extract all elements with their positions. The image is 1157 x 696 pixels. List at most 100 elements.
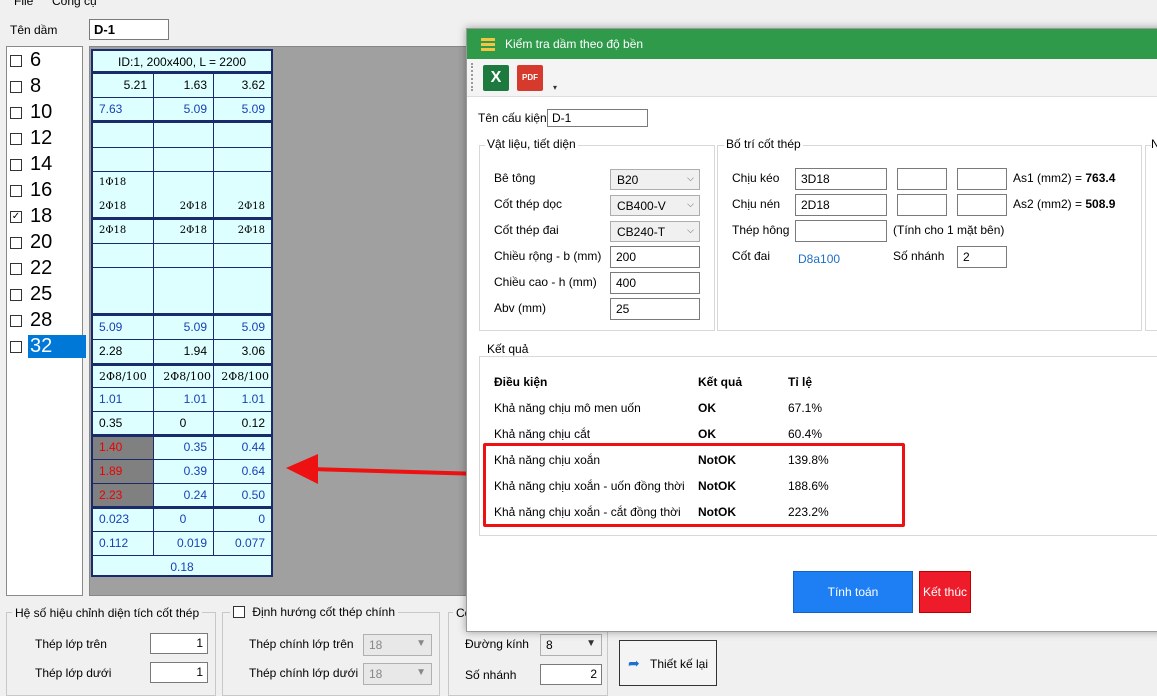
checkbox-icon[interactable] [10,315,22,327]
grid-line [93,243,271,244]
cell: 1.40 [99,440,123,454]
diameter-label: 8 [30,75,42,97]
results-header-ratio: Tỉ lệ [788,375,813,389]
menu-file[interactable]: File [14,0,33,8]
width-input[interactable]: 200 [610,246,700,268]
bottom-layer-input[interactable]: 1 [150,662,208,683]
stirrup-steel-value: CB240-T [617,225,666,239]
height-label: Chiều cao - h (mm) [494,275,597,289]
result-status: OK [698,427,716,441]
diameter-item[interactable]: 16 [8,179,83,203]
diameter-label: 12 [30,127,53,149]
checkbox-icon[interactable] [10,81,22,93]
long-steel-select[interactable]: CB400-V ⌵ [610,195,700,216]
diameter-item[interactable]: 8 [8,75,83,99]
excel-export-icon[interactable]: X [483,65,509,91]
side-steel-input[interactable] [795,220,887,242]
diameter-item[interactable]: 12 [8,127,83,151]
material-title: Vật liệu, tiết diện [485,137,578,151]
diameter-item[interactable]: 14 [8,153,83,177]
stirrup-legs-input[interactable]: 2 [540,664,602,685]
calculate-button[interactable]: Tính toán [793,571,913,613]
redesign-button[interactable]: ➦ Thiết kế lại [619,640,717,686]
compression-input-2[interactable] [897,194,947,216]
exit-button[interactable]: Kết thúc [919,571,971,613]
stirrup-steel-select[interactable]: CB240-T ⌵ [610,221,700,242]
grid-line [93,97,271,98]
grid-line [93,531,271,532]
checkbox-icon[interactable] [10,263,22,275]
cell: 0 [179,416,187,430]
app-icon [481,38,495,51]
cell: 2Φ18 [179,201,207,212]
top-layer-input[interactable]: 1 [150,633,208,654]
diameter-label: 18 [30,205,53,227]
main-top-label: Thép chính lớp trên [249,637,354,651]
diameter-item[interactable]: 10 [8,101,83,125]
diameter-label: 10 [30,101,53,123]
compression-input-3[interactable] [957,194,1007,216]
tension-input-3[interactable] [957,168,1007,190]
member-input[interactable]: D-1 [547,109,648,127]
diameter-label: 28 [30,309,53,331]
main-top-select[interactable]: 18 ▼ [363,634,432,656]
grid-line [93,313,271,316]
main-bottom-value: 18 [369,667,383,681]
checkbox-icon[interactable] [10,237,22,249]
orient-panel-title: Định hướng cốt thép chính [252,605,396,619]
cell: 1Φ18 [99,177,127,188]
cell: 2Φ18 [99,201,127,212]
main-bottom-select[interactable]: 18 ▼ [363,663,432,685]
cell: 0.077 [234,536,265,550]
diameter-item[interactable]: 20 [8,231,83,255]
checkbox-icon[interactable] [10,185,22,197]
stirrup-steel-label: Cốt thép đai [494,223,559,237]
beam-name-input[interactable]: D-1 [89,19,169,40]
diameter-item[interactable]: 25 [8,283,83,307]
checkbox-icon[interactable] [10,341,22,353]
height-input[interactable]: 400 [610,272,700,294]
grid-line [93,267,271,268]
checkbox-checked-icon[interactable]: ✓ [10,211,22,223]
checkbox-icon[interactable] [10,107,22,119]
compression-input[interactable]: 2D18 [795,194,887,216]
chevron-down-icon: ▼ [416,667,426,678]
rebar-legs-input[interactable]: 2 [957,246,1007,268]
grid-line [93,171,271,172]
cell: 0.24 [183,488,207,502]
tension-input[interactable]: 3D18 [795,168,887,190]
cell: 2Φ8/100 [163,370,211,383]
pdf-export-icon[interactable]: PDF [517,65,543,91]
checkbox-icon[interactable] [10,159,22,171]
diameter-item[interactable]: ✓ 18 [8,205,83,229]
toolbar-overflow-icon[interactable]: ▾ [553,83,557,92]
bottom-layer-label: Thép lớp dưới [35,666,112,680]
checkbox-icon[interactable] [10,289,22,301]
concrete-value: B20 [617,173,639,187]
concrete-select[interactable]: B20 ⌵ [610,169,700,190]
stirrup-dia-select[interactable]: 8 ▼ [540,634,602,656]
grid-line [93,120,271,123]
diameter-item[interactable]: 32 [8,335,86,359]
grid-line [93,71,271,74]
results-header-condition: Điều kiện [494,375,548,389]
diameter-list[interactable]: 6 8 10 12 14 16 ✓ 18 20 22 25 28 32 [6,46,86,596]
tension-input-2[interactable] [897,168,947,190]
grid-line [93,483,271,484]
as1-row: As1 (mm2) = 763.4 [1013,171,1115,185]
abv-input[interactable]: 25 [610,298,700,320]
cell: 2Φ18 [237,225,265,236]
grid-line [93,411,271,412]
checkbox-icon[interactable] [10,133,22,145]
orient-checkbox[interactable] [233,606,245,618]
diameter-item[interactable]: 28 [8,309,83,333]
checkbox-icon[interactable] [10,55,22,67]
width-label: Chiều rộng - b (mm) [494,249,602,263]
partial-group [1145,145,1157,331]
tension-label: Chịu kéo [732,171,780,185]
diameter-item[interactable]: 6 [8,49,83,73]
diameter-item[interactable]: 22 [8,257,83,281]
as2-label: As2 (mm2) = [1013,197,1083,211]
menu-tools[interactable]: Công cụ [52,0,97,8]
member-label: Tên cấu kiện [478,111,547,125]
